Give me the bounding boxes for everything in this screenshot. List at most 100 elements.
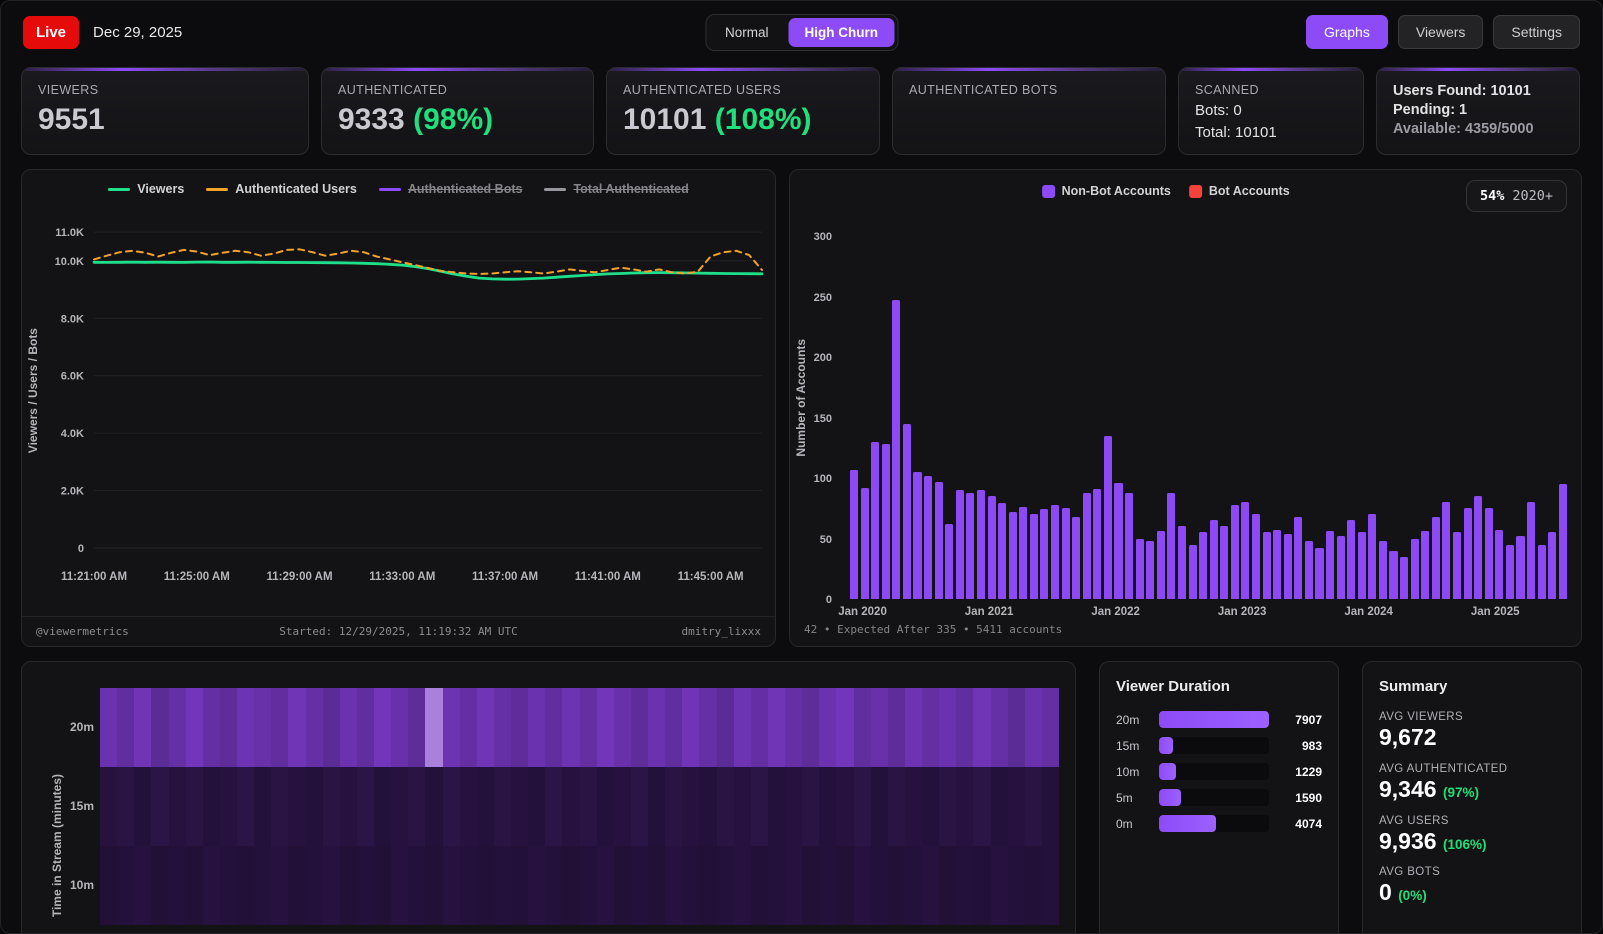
heatmap-cell (802, 767, 819, 846)
account-bar (1220, 526, 1228, 599)
heatmap-cell (340, 846, 357, 925)
bar-y-tick: 150 (814, 413, 832, 425)
heatmap-cell (271, 846, 288, 925)
heatmap-cell (888, 688, 905, 767)
heatmap-cell (237, 688, 254, 767)
svg-text:11:21:00 AM: 11:21:00 AM (61, 571, 127, 583)
legend-item-total-authenticated[interactable]: Total Authenticated (544, 182, 688, 196)
heatmap-cell (871, 688, 888, 767)
account-age-badge: 54% 2020+ (1466, 180, 1567, 212)
heatmap-cell (922, 846, 939, 925)
top-bar: Live Dec 29, 2025 NormalHigh Churn Graph… (1, 1, 1602, 63)
heatmap-cell (117, 688, 134, 767)
account-bar (1210, 520, 1218, 599)
stat-label: VIEWERS (38, 83, 292, 97)
heatmap-cell (819, 688, 836, 767)
badge-percent: 54% (1480, 188, 1504, 204)
footer-username: dmitry_lixxx (580, 625, 761, 638)
date-label: Dec 29, 2025 (93, 24, 182, 41)
account-bar (1495, 530, 1503, 599)
heatmap-cell (991, 767, 1008, 846)
heatmap-cell (100, 688, 117, 767)
heatmap-cell (203, 846, 220, 925)
heatmap-cell (357, 688, 374, 767)
account-bar (1326, 531, 1334, 599)
duration-value: 1229 (1278, 765, 1322, 779)
stat-card-users-found: Users Found: 10101 Pending: 1 Available:… (1376, 67, 1580, 155)
footer-started: Started: 12/29/2025, 11:19:32 AM UTC (217, 625, 580, 638)
account-bar (1389, 551, 1397, 599)
account-bar (1136, 539, 1144, 600)
svg-text:11:25:00 AM: 11:25:00 AM (164, 571, 230, 583)
heatmap-cell (682, 846, 699, 925)
heatmap-cell (734, 846, 751, 925)
heatmap-cell (1025, 688, 1042, 767)
heatmap-cell (545, 767, 562, 846)
heatmap-cell (237, 767, 254, 846)
mode-toggle: NormalHigh Churn (705, 14, 898, 51)
heatmap-cell (562, 846, 579, 925)
heatmap-cell (819, 767, 836, 846)
legend-item-bot-accounts[interactable]: Bot Accounts (1189, 184, 1290, 198)
heatmap-cell (836, 846, 853, 925)
legend-item-non-bot-accounts[interactable]: Non-Bot Accounts (1042, 184, 1171, 198)
nav-button-graphs[interactable]: Graphs (1306, 15, 1388, 49)
heatmap-cell (254, 688, 271, 767)
heatmap-cell (734, 767, 751, 846)
heatmap-cell (460, 688, 477, 767)
heatmap-cell (836, 688, 853, 767)
account-bar (1432, 517, 1440, 599)
duration-label: 15m (1116, 739, 1150, 753)
summary-value-percent: (0%) (1398, 888, 1427, 903)
bar-y-tick: 50 (820, 534, 832, 546)
heatmap-cell (699, 846, 716, 925)
legend-swatch-authenticated-bots (379, 188, 401, 191)
duration-label: 5m (1116, 791, 1150, 805)
mode-button-high-churn[interactable]: High Churn (789, 18, 895, 47)
legend-item-viewers[interactable]: Viewers (108, 182, 184, 196)
legend-label: Authenticated Bots (408, 182, 523, 196)
heatmap-cell (734, 688, 751, 767)
duration-value: 7907 (1278, 713, 1322, 727)
legend-item-authenticated-users[interactable]: Authenticated Users (206, 182, 357, 196)
bar-y-tick: 300 (814, 231, 832, 243)
nav-button-settings[interactable]: Settings (1493, 15, 1580, 49)
line-chart-body: Viewers / Users / Bots 02.0K4.0K6.0K8.0K… (22, 200, 775, 616)
account-bar (1368, 514, 1376, 599)
account-bar (1241, 502, 1249, 599)
summary-value-number: 0 (1379, 879, 1392, 905)
heatmap-cell (768, 688, 785, 767)
heatmap-cell (580, 767, 597, 846)
heatmap-cell (186, 846, 203, 925)
heatmap-cell (494, 767, 511, 846)
mode-button-normal[interactable]: Normal (709, 18, 785, 47)
line-chart-y-axis-title: Viewers / Users / Bots (26, 328, 40, 453)
heatmap-cell (374, 688, 391, 767)
heatmap-cell (477, 688, 494, 767)
duration-bar-track (1159, 815, 1269, 832)
duration-value: 983 (1278, 739, 1322, 753)
summary-item-avg-bots: AVG BOTS0 (0%) (1379, 866, 1565, 907)
heatmap-cell (717, 846, 734, 925)
heatmap-cell (614, 846, 631, 925)
bar-x-tick: Jan 2020 (838, 606, 887, 618)
summary-items: AVG VIEWERS9,672AVG AUTHENTICATED9,346 (… (1379, 711, 1565, 907)
summary-item-value: 0 (0%) (1379, 878, 1565, 907)
legend-item-authenticated-bots[interactable]: Authenticated Bots (379, 182, 523, 196)
duration-label: 0m (1116, 817, 1150, 831)
legend-swatch-bot-accounts (1189, 185, 1202, 198)
heatmap-cell (648, 688, 665, 767)
account-bar (1485, 508, 1493, 599)
heatmap-cell (597, 688, 614, 767)
heatmap-cell (511, 688, 528, 767)
svg-text:4.0K: 4.0K (61, 428, 84, 440)
legend-label: Bot Accounts (1209, 184, 1290, 198)
heatmap-cell (922, 767, 939, 846)
legend-label: Authenticated Users (235, 182, 357, 196)
heatmap-cell (408, 688, 425, 767)
heatmap-cell (717, 688, 734, 767)
heatmap-cell (614, 767, 631, 846)
nav-button-viewers[interactable]: Viewers (1398, 15, 1484, 49)
account-bar (1019, 507, 1027, 599)
svg-text:0: 0 (78, 543, 84, 555)
